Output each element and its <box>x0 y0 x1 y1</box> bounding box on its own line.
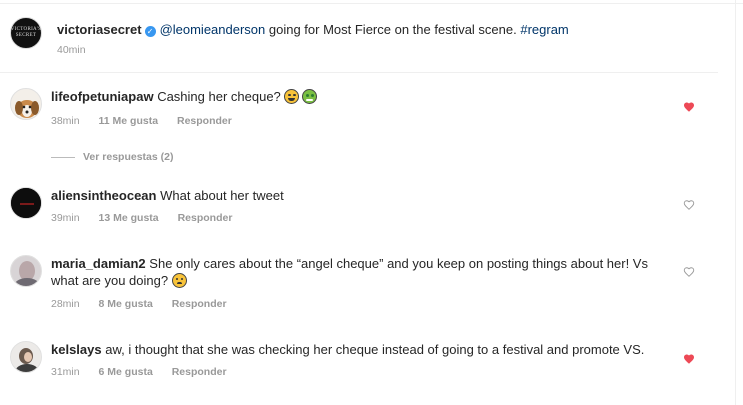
comment-text: maria_damian2 She only cares about the “… <box>51 255 651 289</box>
comment-body: aw, i thought that she was checking her … <box>105 342 645 357</box>
comment-username[interactable]: kelslays <box>51 342 102 357</box>
aliensintheocean-avatar[interactable] <box>10 187 42 219</box>
dog-avatar[interactable] <box>10 88 42 120</box>
comment-likes[interactable]: 8 Me gusta <box>99 298 153 310</box>
comment-likes[interactable]: 11 Me gusta <box>99 115 159 127</box>
money-mouth-face-icon <box>302 89 318 104</box>
comment-likes[interactable]: 13 Me gusta <box>99 212 159 224</box>
maria-damian2-avatar[interactable] <box>10 255 42 287</box>
replies-line <box>51 156 75 158</box>
view-replies-button[interactable]: Ver respuestas (2) <box>51 151 173 163</box>
post-author[interactable]: victoriasecret <box>57 22 142 37</box>
heart-filled-icon[interactable] <box>683 101 695 113</box>
comment-time[interactable]: 28min <box>51 298 80 310</box>
reply-button[interactable]: Responder <box>172 366 227 378</box>
comment-item: kelslays aw, i thought that she was chec… <box>10 341 710 386</box>
reply-button[interactable]: Responder <box>172 298 227 310</box>
top-divider <box>0 3 743 4</box>
kelslays-avatar[interactable] <box>10 341 42 373</box>
right-divider <box>735 0 736 405</box>
heart-filled-icon[interactable] <box>683 353 695 365</box>
comment-body-line2: what are you doing? <box>51 273 169 288</box>
mention-link[interactable]: @leomieanderson <box>160 22 266 37</box>
comment-meta: 39min 13 Me gusta Responder <box>51 212 232 224</box>
comment-time[interactable]: 38min <box>51 115 80 127</box>
comment-text: lifeofpetuniapaw Cashing her cheque? <box>51 88 651 105</box>
hashtag-link[interactable]: #regram <box>520 22 568 37</box>
comment-item: lifeofpetuniapaw Cashing her cheque? 38m… <box>10 88 710 148</box>
comment-text: kelslays aw, i thought that she was chec… <box>51 341 671 358</box>
comment-text: aliensintheocean What about her tweet <box>51 187 651 204</box>
comment-username[interactable]: lifeofpetuniapaw <box>51 89 154 104</box>
avatar-logo-text: VICTORIA'S SECRET <box>10 27 42 38</box>
caption-text: victoriasecret ✓ @leomieanderson going for… <box>57 21 707 38</box>
verified-badge-icon: ✓ <box>144 26 156 37</box>
caption-separator <box>0 72 718 73</box>
comment-body: What about her tweet <box>160 188 284 203</box>
heart-outline-icon[interactable] <box>683 199 695 211</box>
view-replies-label: Ver respuestas (2) <box>83 151 174 163</box>
caption-body: going for Most Fierce on the festival sc… <box>265 22 521 37</box>
comment-item: maria_damian2 She only cares about the “… <box>10 255 710 315</box>
victoriasecret-avatar[interactable]: VICTORIA'S SECRET <box>10 17 42 49</box>
comment-meta: 31min 6 Me gusta Responder <box>51 366 227 378</box>
sad-face-icon <box>171 273 187 288</box>
face-with-tears-of-joy-icon <box>284 89 300 104</box>
comment-time[interactable]: 31min <box>51 366 80 378</box>
reply-button[interactable]: Responder <box>177 115 232 127</box>
post-time[interactable]: 40min <box>57 44 86 56</box>
comment-meta: 38min 11 Me gusta Responder <box>51 115 232 127</box>
comment-body: She only cares about the “angel cheque” … <box>149 256 648 271</box>
comment-likes[interactable]: 6 Me gusta <box>99 366 153 378</box>
post-caption: VICTORIA'S SECRET victoriasecret ✓ @leomie… <box>10 17 710 73</box>
comment-time[interactable]: 39min <box>51 212 80 224</box>
comment-username[interactable]: maria_damian2 <box>51 256 146 271</box>
heart-outline-icon[interactable] <box>683 266 695 278</box>
reply-button[interactable]: Responder <box>178 212 233 224</box>
comment-body: Cashing her cheque? <box>157 89 281 104</box>
comment-item: aliensintheocean What about her tweet 39… <box>10 187 710 229</box>
comment-meta: 28min 8 Me gusta Responder <box>51 298 227 310</box>
comment-username[interactable]: aliensintheocean <box>51 188 156 203</box>
